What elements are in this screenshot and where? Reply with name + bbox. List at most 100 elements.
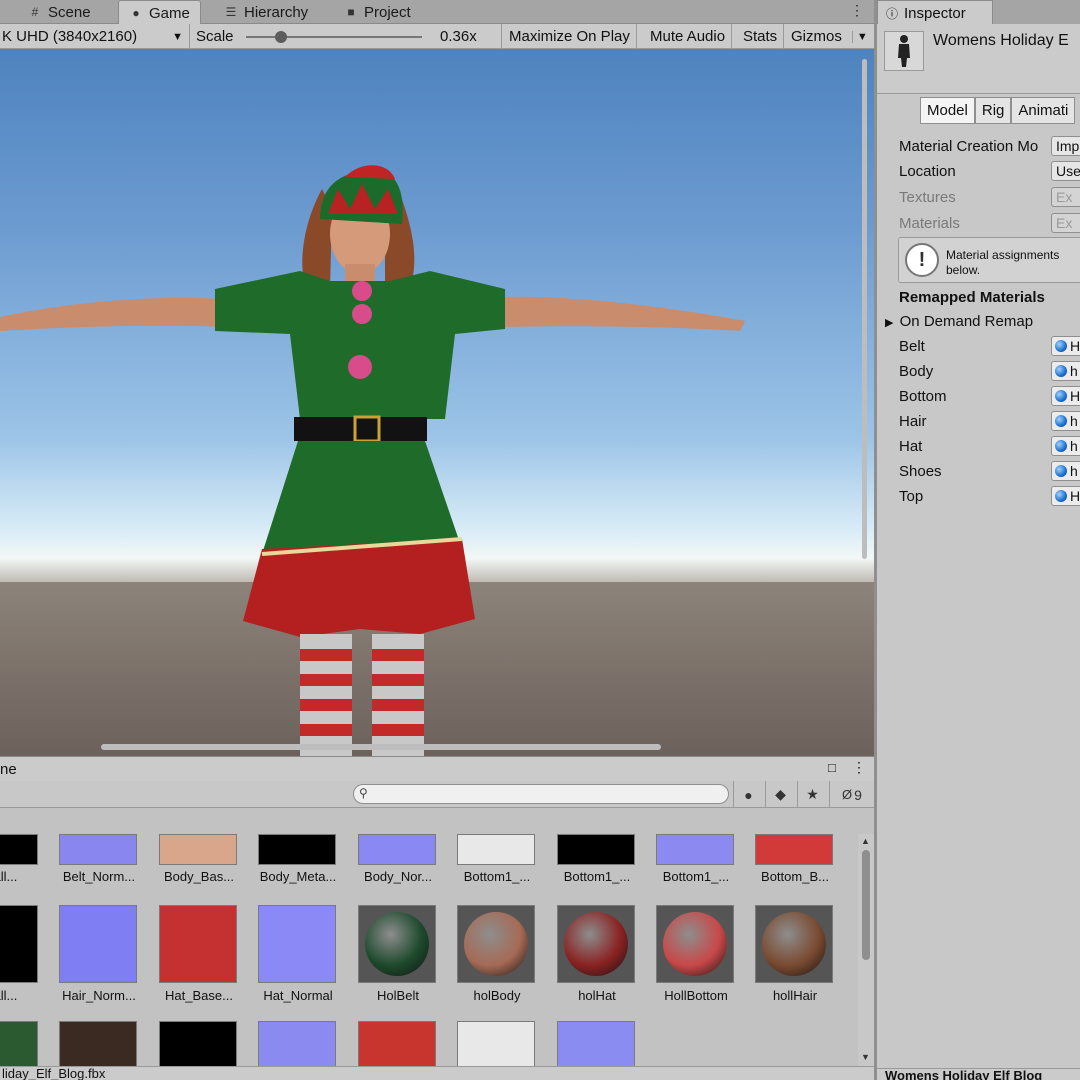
on-demand-remap-foldout[interactable]: ▶ On Demand Remap — [885, 313, 1033, 330]
asset-item[interactable] — [59, 808, 151, 1080]
asset-item[interactable] — [0, 808, 52, 1080]
asset-item[interactable]: hollHair — [755, 808, 847, 1003]
extract-textures-button[interactable]: Ex — [1051, 187, 1080, 207]
inspector-preview-title: Womens Holiday Elf Blog — [877, 1068, 1080, 1080]
remap-material-field[interactable]: H — [1051, 386, 1080, 406]
search-icon: ⚲ — [359, 786, 368, 800]
project-toolbar: ⚲ ● ◆ ★ Ø 9 — [0, 781, 874, 808]
tab-scene[interactable]: # Scene — [18, 0, 101, 24]
game-view[interactable] — [0, 49, 874, 756]
gizmos-label: Gizmos — [791, 28, 842, 45]
remap-material-field[interactable]: h — [1051, 436, 1080, 456]
hat-top — [345, 165, 395, 179]
material-sphere-icon — [1055, 490, 1067, 502]
maximize-on-play-label: Maximize On Play — [509, 28, 630, 45]
asset-label: holBody — [473, 988, 521, 1003]
asset-item[interactable] — [258, 808, 350, 1080]
tag-icon: ◆ — [775, 786, 786, 802]
star-icon: ★ — [806, 786, 819, 802]
project-search[interactable]: ⚲ — [353, 784, 729, 804]
stats-button[interactable]: Stats — [737, 24, 785, 49]
filter-type-icon: ● — [744, 786, 753, 803]
material-creation-dropdown[interactable]: Imp — [1051, 136, 1080, 156]
asset-item[interactable]: HollBottom — [656, 808, 748, 1003]
extract-materials-button[interactable]: Ex — [1051, 213, 1080, 233]
animation-tab-button[interactable]: Animati — [1011, 97, 1076, 124]
asset-grid-scroll-thumb[interactable] — [862, 850, 870, 960]
eye-slash-icon: Ø — [842, 787, 853, 802]
filter-by-type-button[interactable]: ● — [733, 781, 763, 808]
hidden-packages-button[interactable]: Ø 9 — [829, 781, 874, 808]
folder-icon: ■ — [347, 5, 355, 19]
scale-control: Scale 0.36x — [190, 24, 502, 49]
more-options-icon[interactable]: ⋮ — [850, 3, 864, 17]
asset-label: hollHair — [772, 988, 818, 1003]
panel-menu-icon[interactable]: ⋮ — [852, 759, 866, 776]
on-demand-remap-label: On Demand Remap — [899, 313, 1034, 330]
selected-asset-path: liday_Elf_Blog.fbx — [2, 1066, 106, 1080]
model-tab-button[interactable]: Model — [920, 97, 975, 124]
remap-material-field[interactable]: h — [1051, 361, 1080, 381]
scale-slider-thumb[interactable] — [275, 31, 288, 43]
remap-material-field[interactable]: h — [1051, 461, 1080, 481]
scroll-down-icon[interactable]: ▼ — [861, 1052, 870, 1062]
tab-game[interactable]: ● Game — [118, 0, 201, 25]
lock-icon[interactable]: □ — [828, 760, 836, 775]
tab-hierarchy[interactable]: ☰ Hierarchy — [214, 0, 318, 24]
maximize-on-play-button[interactable]: Maximize On Play — [503, 24, 637, 49]
tab-inspector-label: Inspector — [904, 4, 966, 22]
asset-grid-scrollbar[interactable]: ▲ ▼ — [858, 834, 874, 1066]
project-asset-grid: etall...Belt_Norm...Body_Bas...Body_Meta… — [0, 808, 858, 1080]
gamepad-icon: ● — [132, 6, 140, 20]
project-panel-header: ne □ ⋮ — [0, 756, 874, 781]
elf-character — [0, 165, 745, 756]
materials-label: Materials — [899, 215, 960, 232]
rig-tab-button[interactable]: Rig — [974, 97, 1012, 124]
game-view-horizontal-scrollbar[interactable] — [101, 744, 661, 750]
remap-material-value: h — [1070, 413, 1078, 429]
scale-slider-track[interactable] — [246, 36, 422, 38]
grid-icon: # — [31, 5, 39, 19]
remap-material-value: h — [1070, 438, 1078, 454]
asset-item[interactable] — [159, 808, 251, 1080]
list-icon: ☰ — [225, 5, 237, 19]
filter-by-label-button[interactable]: ◆ — [765, 781, 795, 808]
stats-label: Stats — [743, 28, 778, 45]
mute-audio-button[interactable]: Mute Audio — [644, 24, 733, 49]
foldout-arrow-icon: ▶ — [885, 317, 894, 329]
location-dropdown[interactable]: Use — [1051, 161, 1080, 181]
warning-message: Material assignments below. — [946, 248, 1059, 278]
remap-material-value: h — [1070, 463, 1078, 479]
asset-thumbnail — [656, 905, 734, 983]
game-view-vertical-scrollbar[interactable] — [862, 59, 867, 559]
asset-item[interactable] — [358, 808, 450, 1080]
scroll-up-icon[interactable]: ▲ — [861, 836, 870, 846]
asset-item[interactable] — [557, 808, 649, 1080]
remap-material-field[interactable]: H — [1051, 336, 1080, 356]
info-icon: ⓘ — [886, 6, 899, 21]
project-search-input[interactable] — [374, 785, 714, 803]
tab-inspector[interactable]: ⓘ Inspector — [877, 0, 993, 25]
asset-item[interactable] — [457, 808, 549, 1080]
gizmos-dropdown-icon[interactable]: ▼ — [851, 30, 868, 43]
gizmos-button[interactable]: Gizmos ▼ — [785, 24, 874, 49]
material-sphere-icon — [1055, 340, 1067, 352]
asset-label: Hat_Normal — [263, 988, 333, 1003]
tab-game-label: Game — [149, 4, 190, 22]
remap-material-field[interactable]: H — [1051, 486, 1080, 506]
skirt-green — [262, 441, 462, 554]
tab-scene-label: Scene — [48, 3, 91, 21]
resolution-dropdown[interactable]: K UHD (3840x2160) ▼ — [0, 24, 190, 49]
material-sphere-icon — [1055, 365, 1067, 377]
editor-tab-bar: # Scene ● Game ☰ Hierarchy ■ Project ⋮ — [0, 0, 874, 25]
inspector-panel: ⓘ Inspector Womens Holiday E Model Rig A… — [877, 0, 1080, 1080]
favorites-button[interactable]: ★ — [797, 781, 827, 808]
tab-project[interactable]: ■ Project — [334, 0, 421, 24]
material-warning-box: ! Material assignments below. — [898, 237, 1080, 283]
remap-material-value: h — [1070, 363, 1078, 379]
remap-label: Belt — [899, 338, 925, 355]
asset-title: Womens Holiday E — [933, 32, 1069, 49]
remap-label: Hat — [899, 438, 923, 455]
remap-material-field[interactable]: h — [1051, 411, 1080, 431]
project-panel-title: ne — [0, 761, 17, 778]
